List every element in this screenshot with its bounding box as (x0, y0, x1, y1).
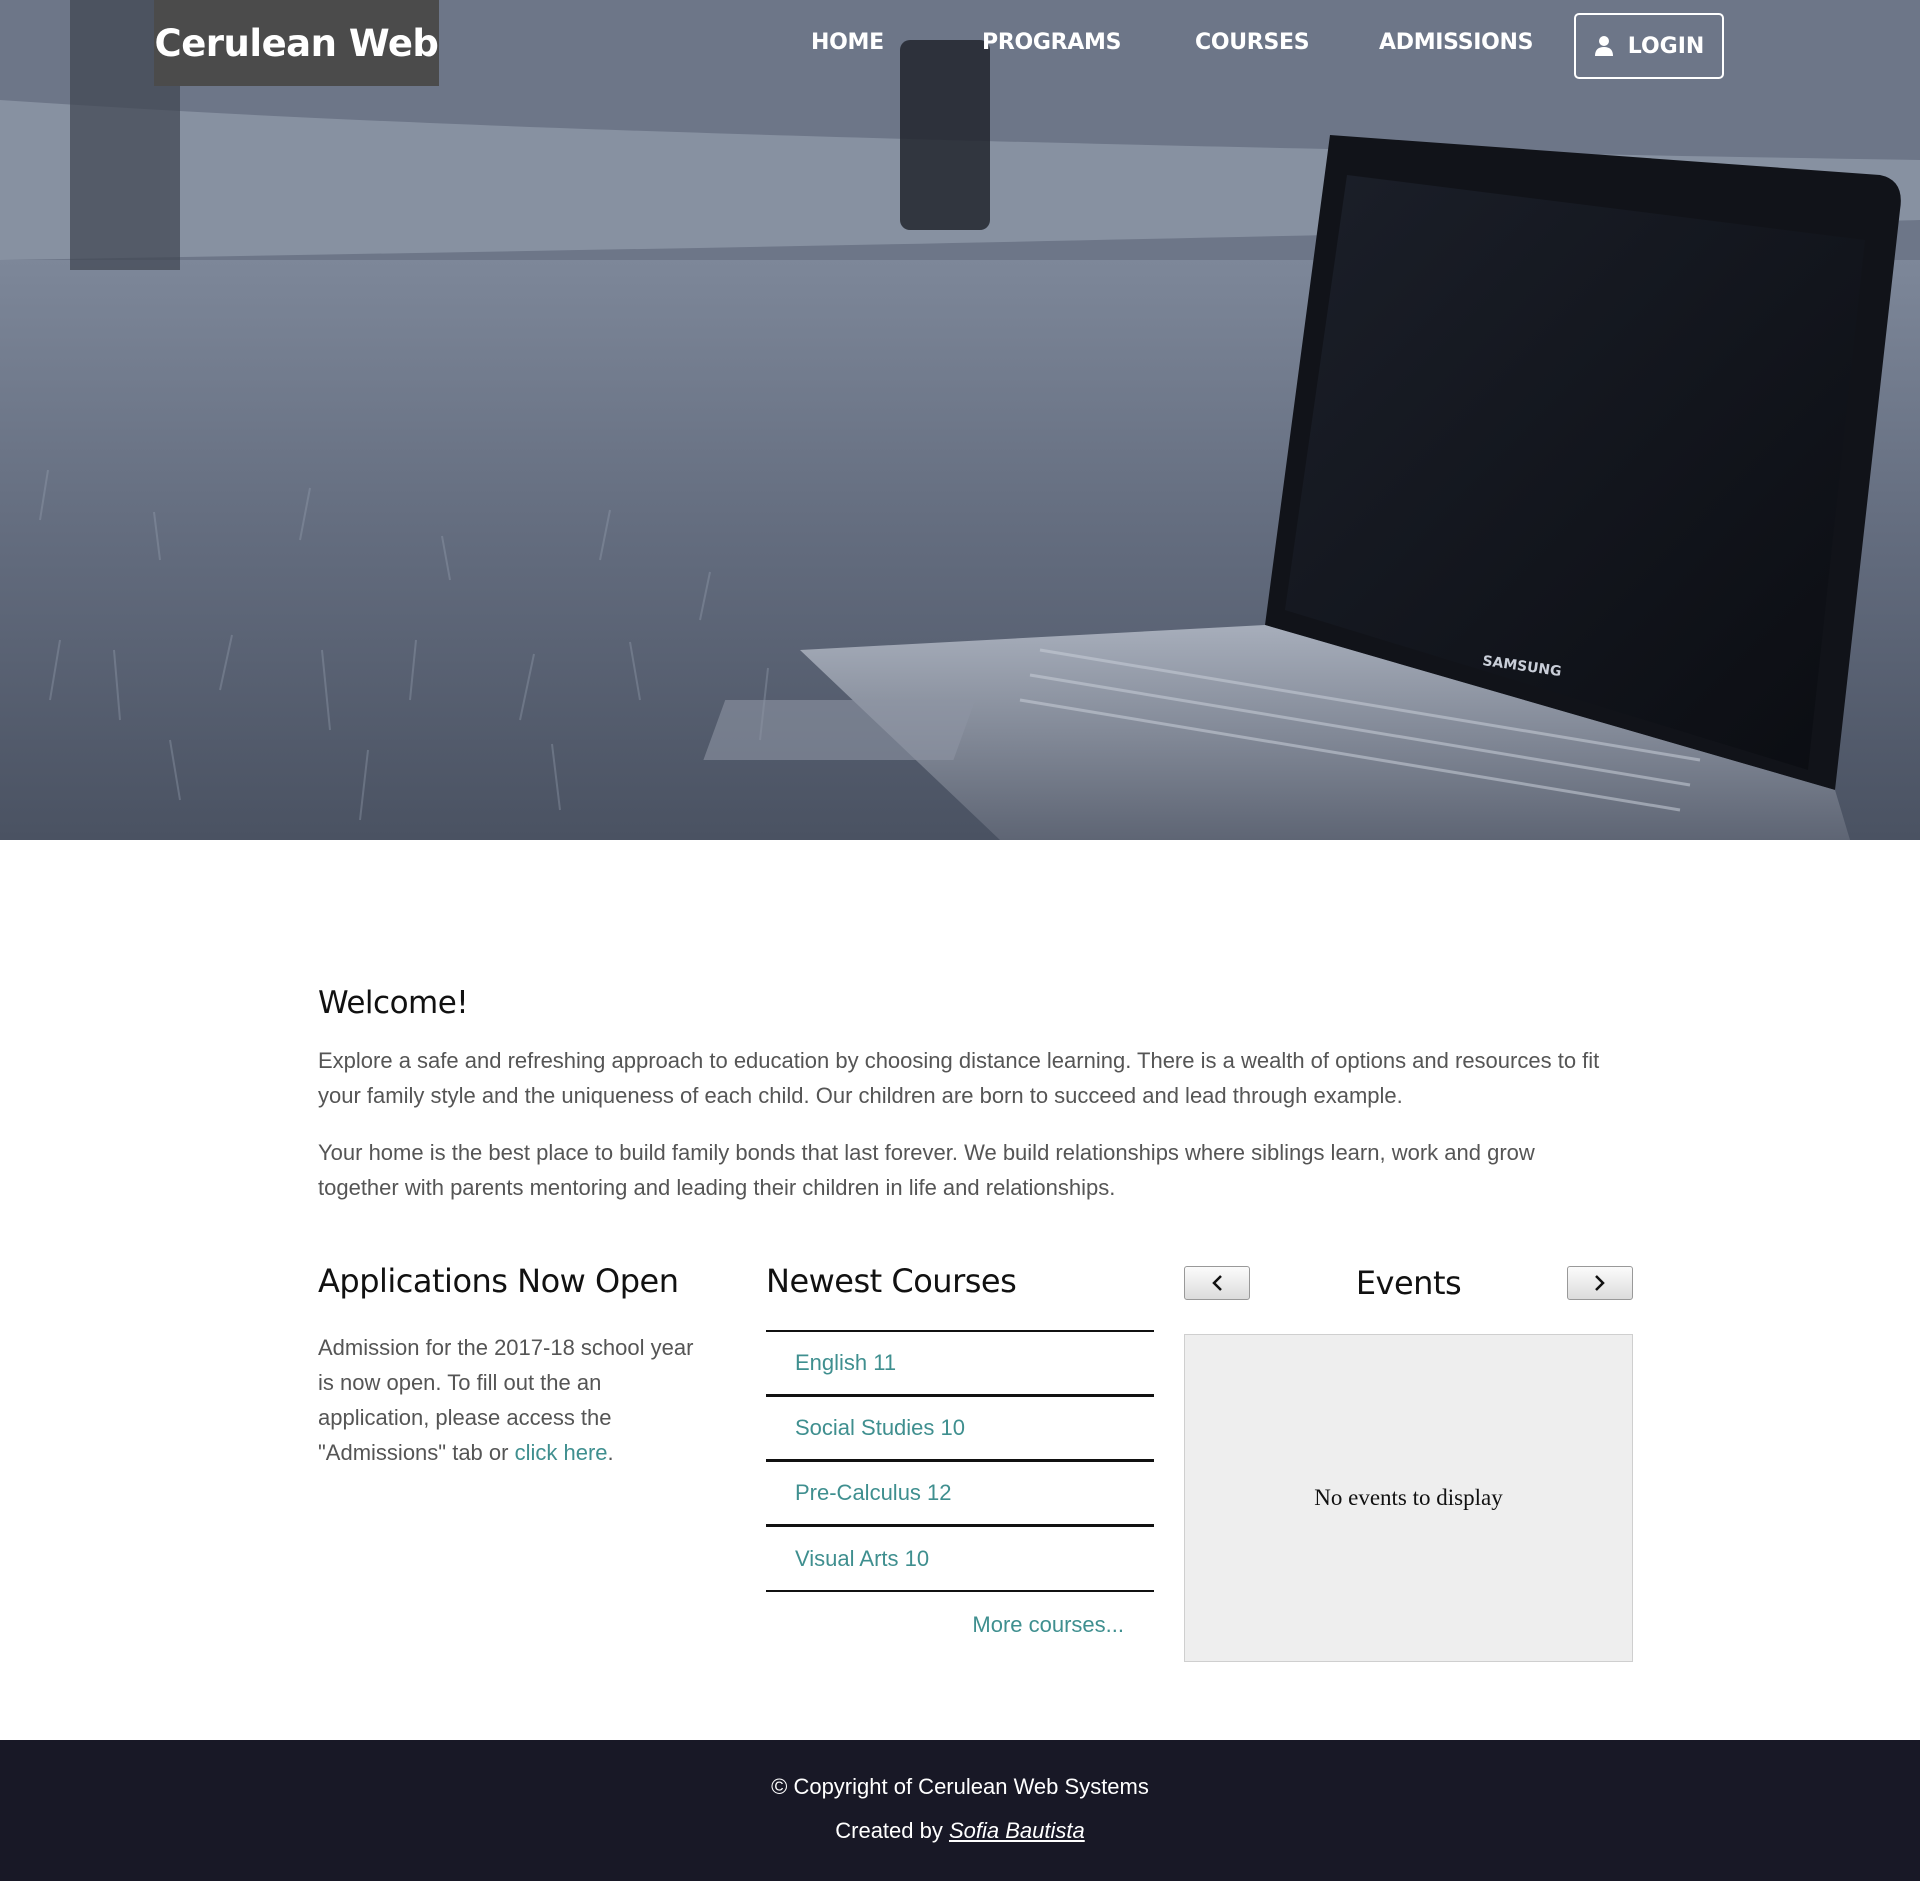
events-prev-button[interactable] (1184, 1266, 1250, 1300)
applications-panel: Applications Now Open Admission for the … (318, 1262, 708, 1470)
events-header: Events (1184, 1262, 1633, 1322)
applications-title: Applications Now Open (318, 1262, 679, 1300)
nav-courses[interactable]: COURSES (1195, 30, 1310, 55)
created-by-line: Created by Sofia Bautista (0, 1818, 1920, 1844)
course-link[interactable]: English 11 (766, 1332, 1154, 1397)
hero-banner: SAMSUNG Cerulean Web HOME PROGRAMS COURS… (0, 0, 1920, 840)
events-empty-message: No events to display (1314, 1485, 1503, 1510)
courses-title: Newest Courses (766, 1262, 1017, 1300)
events-calendar: No events to display (1184, 1334, 1633, 1662)
welcome-title: Welcome! (318, 985, 469, 1021)
events-title: Events (1355, 1264, 1462, 1302)
welcome-paragraph: Your home is the best place to build fam… (318, 1140, 1535, 1200)
chevron-right-icon (1595, 1275, 1605, 1291)
applications-text-end: . (607, 1440, 614, 1465)
site-footer: © Copyright of Cerulean Web Systems Crea… (0, 1740, 1920, 1881)
copyright-text: © Copyright of Cerulean Web Systems (771, 1774, 1149, 1799)
click-here-link[interactable]: click here (515, 1440, 608, 1465)
more-courses-link[interactable]: More courses... (766, 1612, 1154, 1638)
events-panel: Events No events to display (1184, 1262, 1633, 1662)
login-button[interactable]: LOGIN (1574, 13, 1724, 79)
course-link[interactable]: Pre-Calculus 12 (766, 1462, 1154, 1527)
events-next-button[interactable] (1567, 1266, 1633, 1300)
applications-text: Admission for the 2017-18 school year is… (318, 1330, 708, 1470)
course-link[interactable]: Visual Arts 10 (766, 1527, 1154, 1592)
welcome-section: Welcome! Explore a safe and refreshing a… (318, 985, 1632, 1205)
welcome-paragraph: Explore a safe and refreshing approach t… (318, 1048, 1600, 1108)
nav-programs[interactable]: PROGRAMS (982, 30, 1121, 55)
applications-text-body: Admission for the 2017-18 school year is… (318, 1335, 694, 1465)
hero-image: SAMSUNG (0, 0, 1920, 840)
created-by-label: Created by (835, 1818, 949, 1843)
nav-home[interactable]: HOME (811, 30, 884, 55)
nav-admissions[interactable]: ADMISSIONS (1379, 30, 1534, 55)
user-icon (1594, 36, 1613, 56)
chevron-left-icon (1212, 1275, 1222, 1291)
main-nav: HOME PROGRAMS COURSES ADMISSIONS LOGIN (0, 0, 1920, 90)
course-list: English 11 Social Studies 10 Pre-Calculu… (766, 1330, 1154, 1592)
info-columns: Applications Now Open Admission for the … (318, 1262, 1633, 1662)
author-link[interactable]: Sofia Bautista (949, 1818, 1085, 1843)
course-link[interactable]: Social Studies 10 (766, 1397, 1154, 1462)
login-label: LOGIN (1627, 33, 1705, 59)
newest-courses-panel: Newest Courses English 11 Social Studies… (766, 1262, 1154, 1638)
